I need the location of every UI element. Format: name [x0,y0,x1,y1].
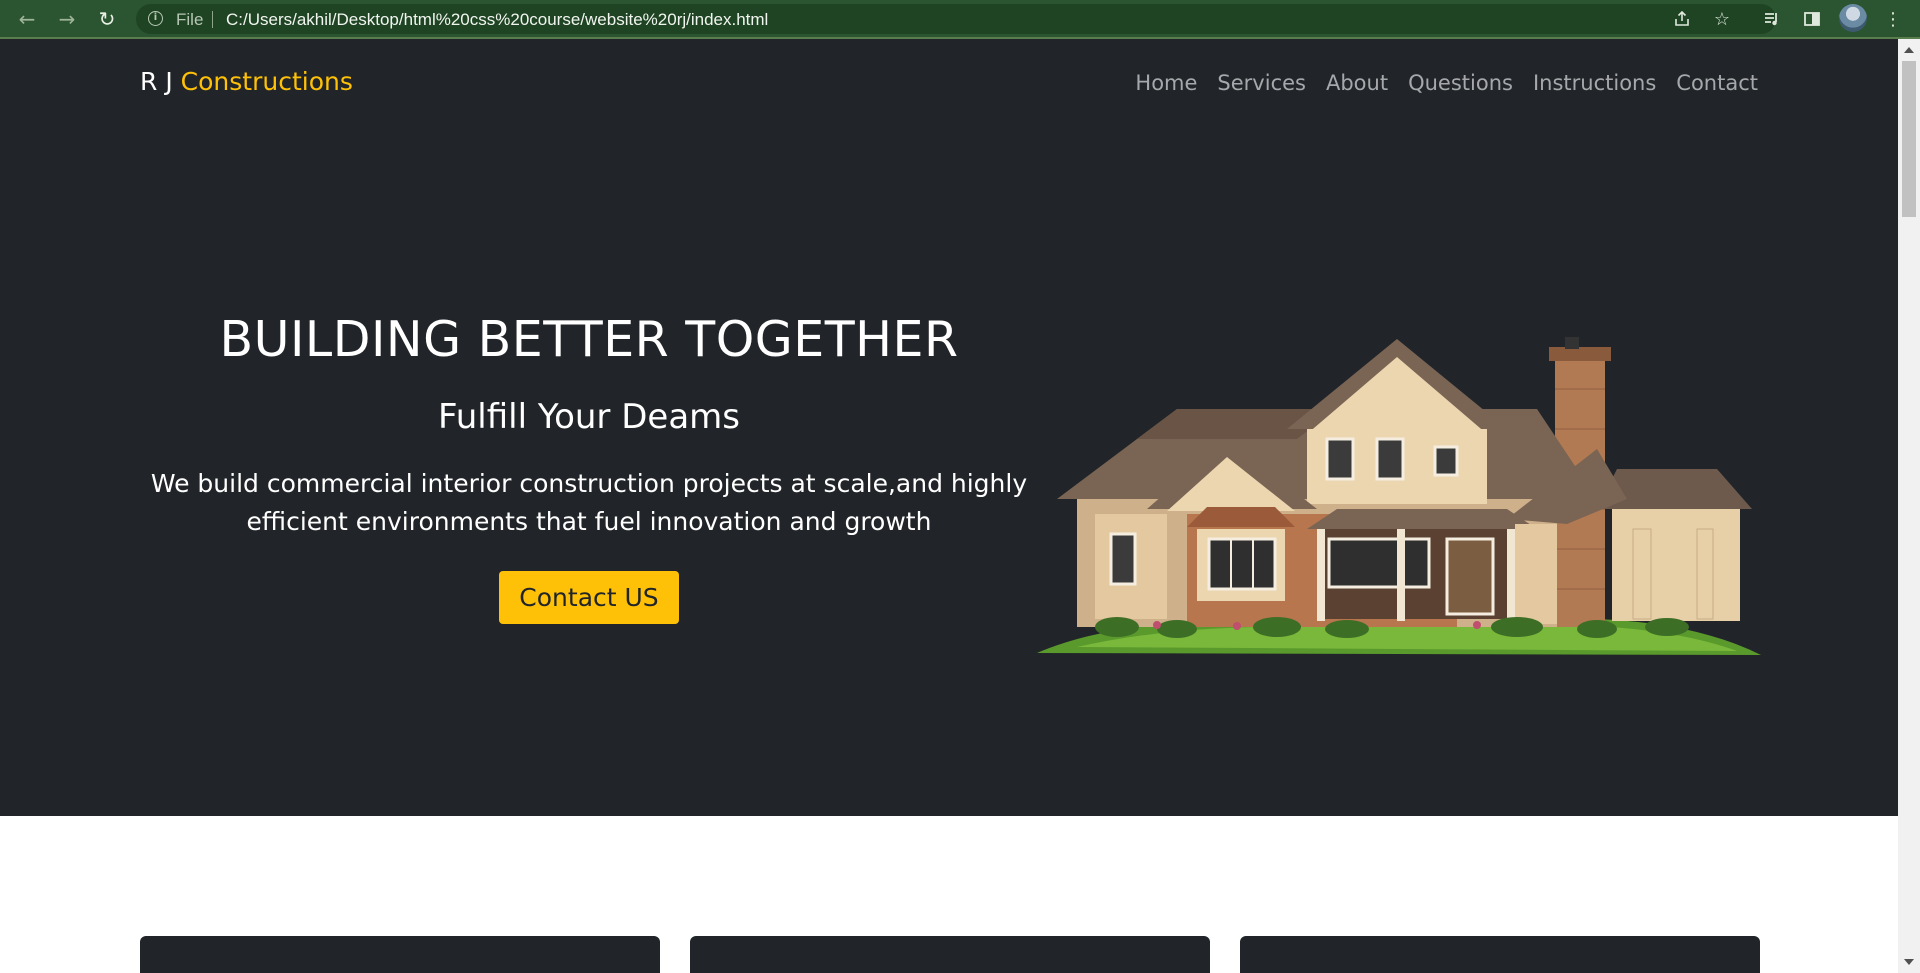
hero-text-block: BUILDING BETTER TOGETHER Fulfill Your De… [140,311,1038,624]
brand-prefix: R J [140,67,173,96]
service-card-1 [140,936,660,973]
nav-instructions[interactable]: Instructions [1533,71,1656,95]
reload-icon[interactable]: ↻ [94,6,120,32]
address-divider [212,11,213,28]
nav-about[interactable]: About [1326,71,1388,95]
back-arrow-icon[interactable]: ← [14,6,40,32]
nav-contact[interactable]: Contact [1676,71,1758,95]
address-bar[interactable]: i File C:/Users/akhil/Desktop/html%20css… [136,4,1776,34]
kebab-menu-icon[interactable]: ⋮ [1880,6,1906,32]
profile-avatar[interactable] [1839,4,1867,32]
hero-description: We build commercial interior constructio… [150,469,1028,536]
browser-toolbar: ← → ↻ i File C:/Users/akhil/Desktop/html… [0,0,1920,39]
page-scrollbar[interactable] [1898,39,1920,973]
info-icon[interactable]: i [148,11,163,26]
side-panel-icon[interactable] [1799,6,1825,32]
forward-arrow-icon[interactable]: → [54,6,80,32]
scroll-up-arrow[interactable] [1904,47,1914,53]
page-viewport: R J Constructions Home Services About Qu… [0,39,1898,973]
house-image [1037,337,1761,655]
service-card-3 [1240,936,1760,973]
scrollbar-thumb[interactable] [1902,61,1916,217]
brand-logo[interactable]: R J Constructions [140,67,353,96]
url-text[interactable]: C:/Users/akhil/Desktop/html%20css%20cour… [226,10,768,30]
contact-us-button[interactable]: Contact US [499,571,679,624]
hero-subtitle: Fulfill Your Deams [438,397,740,437]
share-icon[interactable] [1669,6,1695,32]
scheme-label: File [176,10,204,29]
nav-services[interactable]: Services [1217,71,1306,95]
service-card-2 [690,936,1210,973]
star-icon[interactable]: ☆ [1709,6,1735,32]
brand-accent: Constructions [180,67,353,96]
hero-section: R J Constructions Home Services About Qu… [0,39,1898,816]
hero-title: BUILDING BETTER TOGETHER [219,311,959,368]
scroll-down-arrow[interactable] [1904,959,1914,965]
nav-home[interactable]: Home [1135,71,1197,95]
nav-questions[interactable]: Questions [1408,71,1513,95]
main-nav: Home Services About Questions Instructio… [1135,71,1758,95]
media-queue-icon[interactable] [1759,6,1785,32]
